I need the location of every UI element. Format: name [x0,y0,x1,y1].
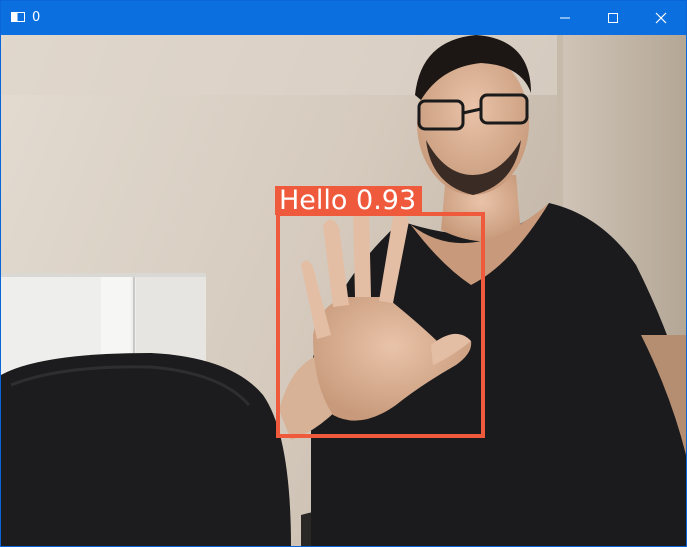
minimize-icon [560,17,570,19]
title-bar[interactable]: 0 [1,1,686,35]
detection-class-name: Hello [279,185,348,216]
camera-feed: Hello 0.93 [1,35,686,546]
detection-bounding-box [276,212,485,438]
app-window: 0 Hello 0.93 [0,0,687,547]
detection-label: Hello 0.93 [275,185,423,216]
close-icon [655,12,667,24]
minimize-button[interactable] [542,1,588,35]
window-title: 0 [32,10,41,25]
maximize-icon [608,13,618,23]
close-button[interactable] [638,1,684,35]
detection-confidence: 0.93 [356,185,417,216]
maximize-button[interactable] [590,1,636,35]
window-app-icon [11,12,25,22]
